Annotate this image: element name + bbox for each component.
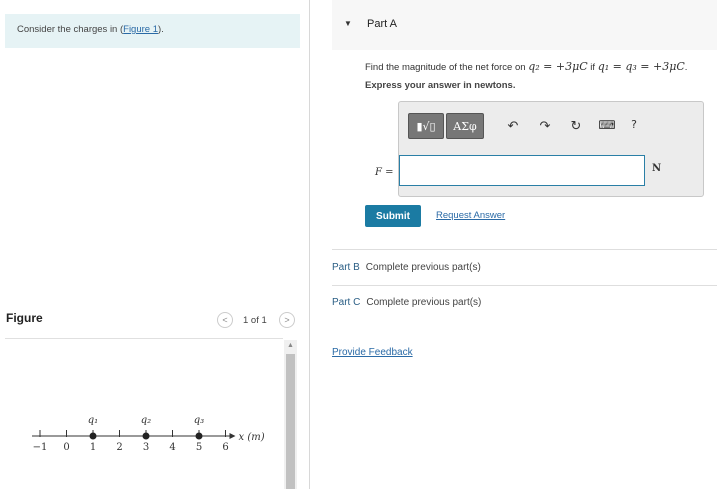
axis-label: x (m) xyxy=(239,432,265,443)
caret-down-icon[interactable]: ▼ xyxy=(344,19,352,28)
scrollbar-thumb[interactable] xyxy=(286,354,295,489)
part-c-status: Complete previous part(s) xyxy=(366,297,482,308)
charge-diagram: −1 0 1 2 3 4 5 6 x (m) q₁ q₂ q₃ xyxy=(32,415,265,453)
part-c-row[interactable]: Part C Complete previous part(s) xyxy=(332,297,481,308)
charge-dot xyxy=(195,432,203,440)
tick-label: 6 xyxy=(222,442,228,453)
submit-button[interactable]: Submit xyxy=(365,205,421,227)
answer-instruction: Express your answer in newtons. xyxy=(365,80,516,91)
tick-label: 1 xyxy=(90,442,96,453)
problem-prompt: Consider the charges in (Figure 1). xyxy=(5,14,300,48)
question-suffix: . xyxy=(684,62,688,73)
force-variable-label: F = xyxy=(375,167,394,178)
question-prefix: Find the magnitude of the net force on xyxy=(365,62,529,73)
math-toolbar: ▮√▯ ΑΣφ ↶ ↷ ↻ ⌨ ? xyxy=(408,113,696,139)
tick-label: 0 xyxy=(63,442,69,453)
number-line: −1 0 1 2 3 4 5 6 x (m) q₁ q₂ q₃ xyxy=(32,415,265,453)
charge-label: q₃ xyxy=(194,415,204,426)
answer-input[interactable] xyxy=(399,155,645,186)
templates-button[interactable]: ▮√▯ xyxy=(408,113,444,139)
prompt-text: Consider the charges in ( xyxy=(17,24,124,35)
left-column: Consider the charges in (Figure 1). Figu… xyxy=(0,0,300,489)
charge-dot xyxy=(142,432,150,440)
part-b-label: Part B xyxy=(332,262,360,273)
tick-label: 5 xyxy=(196,442,202,453)
unit-label: N xyxy=(652,163,662,174)
page-count: 1 of 1 xyxy=(243,315,267,326)
part-b-status: Complete previous part(s) xyxy=(365,262,481,273)
provide-feedback-link[interactable]: Provide Feedback xyxy=(332,347,413,358)
part-c-label: Part C xyxy=(332,297,361,308)
question-charges-q1-q3: q₁ = q₃ = +3μC xyxy=(597,60,685,73)
figure-pager: < 1 of 1 > xyxy=(215,312,300,330)
request-answer-link[interactable]: Request Answer xyxy=(436,210,505,221)
help-icon[interactable]: ? xyxy=(625,118,643,131)
divider xyxy=(332,285,717,286)
reset-icon[interactable]: ↻ xyxy=(567,118,585,134)
question-text: Find the magnitude of the net force on q… xyxy=(365,60,687,73)
charge-label: q₁ xyxy=(88,415,98,426)
charge-dot xyxy=(89,432,97,440)
keyboard-icon[interactable]: ⌨ xyxy=(598,118,616,132)
chevron-left-icon[interactable]: < xyxy=(217,312,233,328)
part-a-header[interactable]: ▼ Part A xyxy=(332,0,717,50)
prompt-text-end: ). xyxy=(158,24,164,35)
scroll-up-icon[interactable]: ▲ xyxy=(284,340,297,352)
question-if: if xyxy=(587,62,598,73)
figure-link[interactable]: Figure 1 xyxy=(123,24,158,35)
charge-label: q₂ xyxy=(141,415,151,426)
symbols-button[interactable]: ΑΣφ xyxy=(446,113,484,139)
redo-icon[interactable]: ↷ xyxy=(536,118,554,134)
axis-arrow-icon xyxy=(229,433,236,439)
right-column: ▼ Part A Find the magnitude of the net f… xyxy=(310,0,717,489)
tick-label: 3 xyxy=(143,442,149,453)
question-charge-q2: q₂ = +3μC xyxy=(528,60,588,73)
part-a-label: Part A xyxy=(367,18,397,30)
figure-title: Figure xyxy=(6,311,43,325)
tick-label: 4 xyxy=(169,442,175,453)
part-b-row[interactable]: Part B Complete previous part(s) xyxy=(332,262,481,273)
tick-label: 2 xyxy=(116,442,122,453)
undo-icon[interactable]: ↶ xyxy=(504,118,522,134)
chevron-right-icon[interactable]: > xyxy=(279,312,295,328)
tick-label: −1 xyxy=(33,442,48,453)
divider xyxy=(332,249,717,250)
